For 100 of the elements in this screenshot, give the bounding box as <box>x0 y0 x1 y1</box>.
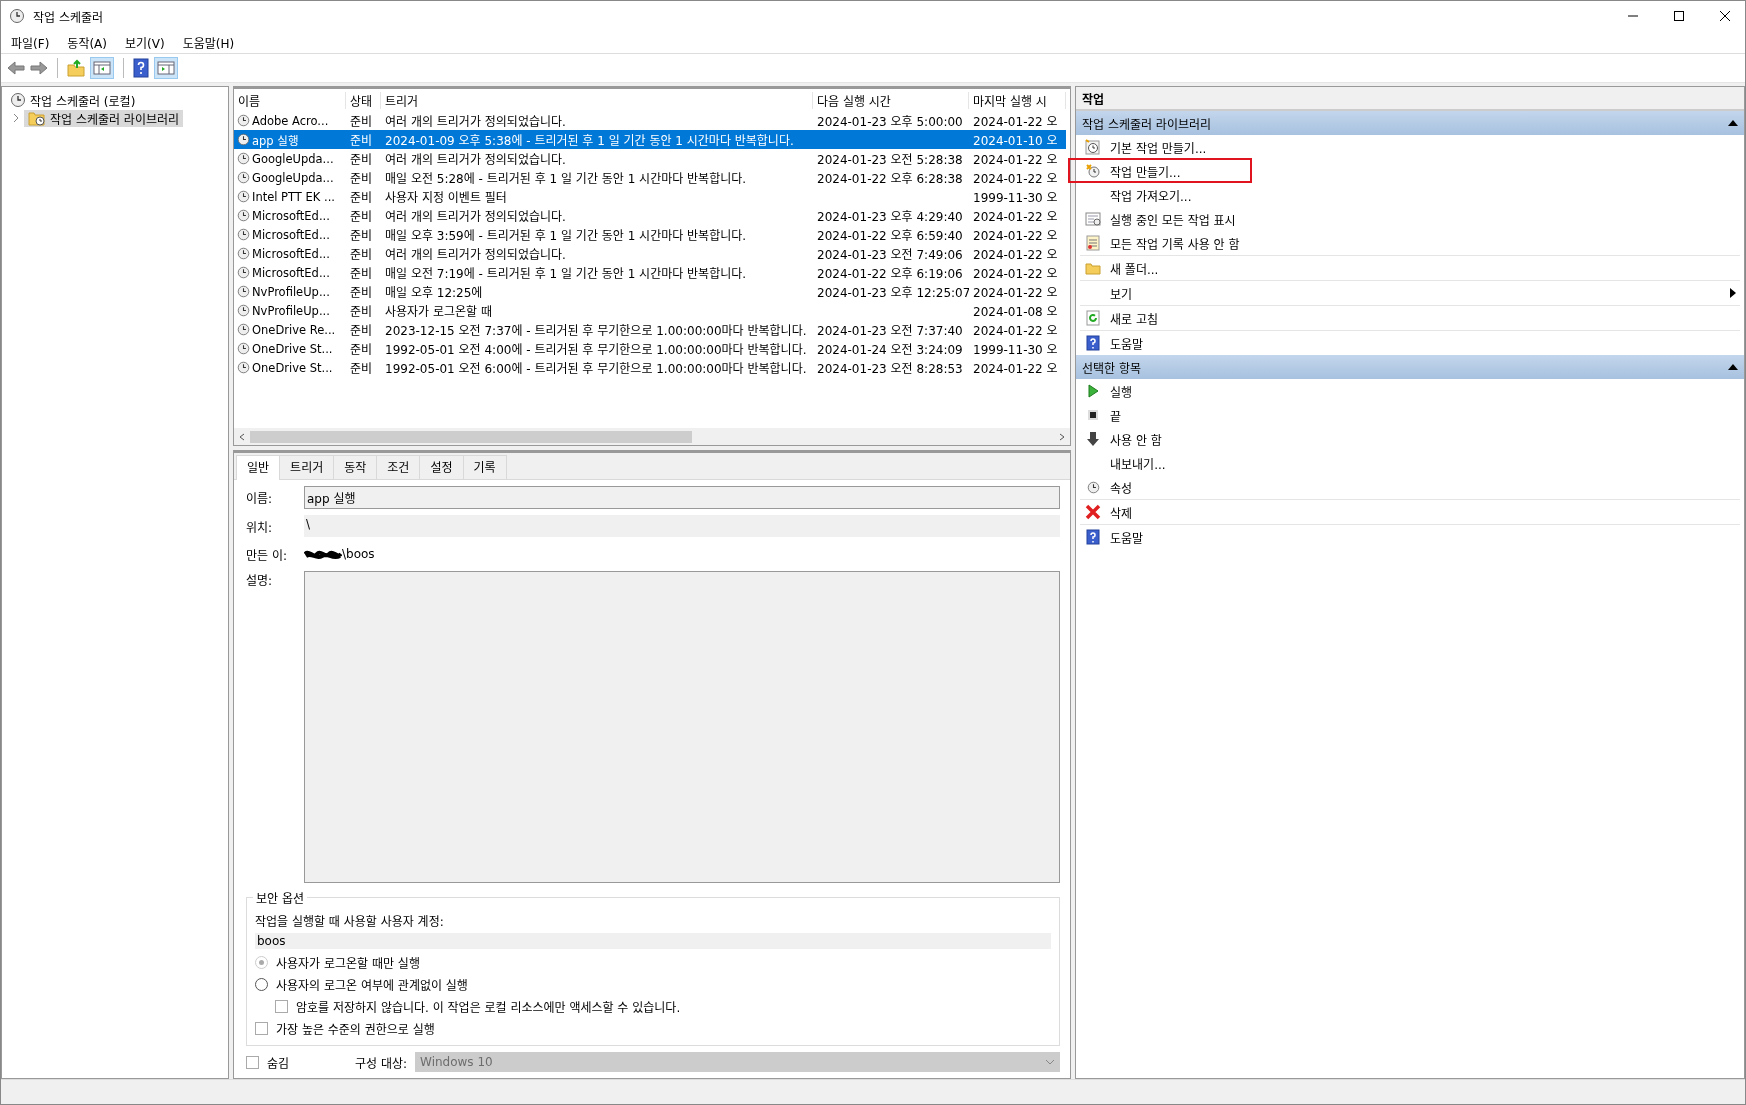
window-title: 작업 스케줄러 <box>33 9 104 25</box>
collapse-arrow-icon[interactable] <box>1728 120 1738 126</box>
table-row[interactable]: MicrosoftEd... 준비 여러 개의 트리거가 정의되었습니다. 2024-01-23 오후 4:29:40 2024-01-22 오 <box>234 206 1066 225</box>
clock-icon <box>237 114 250 127</box>
action-link[interactable]: 속성 <box>1110 478 1133 496</box>
table-row[interactable]: OneDrive Re... 준비 2023-12-15 오전 7:37에 - 트리거된 후 무기한으로 1.00:00:00마다 반복합니다. 2024-01-23 오전 7:37:40 2024-01-22 오 <box>234 320 1066 339</box>
action-link[interactable]: 끝 <box>1110 406 1122 424</box>
clock-icon <box>237 228 250 241</box>
close-icon[interactable] <box>1719 10 1731 22</box>
table-cell: 2024-01-23 오후 12:25:07 <box>817 286 969 300</box>
checkbox[interactable] <box>246 1055 259 1069</box>
help-icon[interactable] <box>133 58 149 78</box>
section-title: 작업 스케줄러 라이브러리 <box>1082 116 1212 132</box>
table-row[interactable]: OneDrive St... 준비 1992-05-01 오전 4:00에 - 트리거된 후 무기한으로 1.00:00:00마다 반복합니다. 2024-01-24 오전 3:24:09 1999-11-30 오 <box>234 339 1066 358</box>
column-header[interactable]: 이름 <box>238 94 261 109</box>
table-cell: 2024-01-10 오 <box>973 134 1058 148</box>
clock-icon <box>237 304 250 317</box>
scroll-left-icon[interactable] <box>238 432 246 441</box>
tab[interactable]: 기록 <box>462 455 507 479</box>
checkbox[interactable] <box>255 1021 268 1035</box>
table-row[interactable]: OneDrive St... 준비 1992-05-01 오전 6:00에 - 트리거된 후 무기한으로 1.00:00:00마다 반복합니다. 2024-01-23 오전 8:28:53 2024-01-22 오 <box>234 358 1066 377</box>
table-row[interactable]: app 실행 준비 2024-01-09 오후 5:38에 - 트리거된 후 1 일 기간 동안 1 시간마다 반복합니다. 2024-01-10 오 <box>234 130 1066 149</box>
action-link[interactable]: 내보내기... <box>1110 454 1166 472</box>
table-row[interactable]: NvProfileUp... 준비 매일 오후 12:25에 2024-01-23 오후 12:25:07 2024-01-22 오 <box>234 282 1066 301</box>
column-header[interactable]: 마지막 실행 시 <box>973 94 1047 109</box>
clock-icon <box>1086 480 1100 494</box>
section-header[interactable]: 선택한 항목 <box>1076 355 1744 379</box>
checkbox[interactable] <box>275 999 288 1013</box>
menu-item[interactable]: 파일(F) <box>11 33 50 51</box>
description-field[interactable] <box>304 571 1060 883</box>
app-clock-icon <box>9 8 25 24</box>
table-cell: 준비 <box>350 267 373 281</box>
dropdown-chevron-icon <box>1045 1059 1055 1065</box>
show-action-pane-icon[interactable] <box>154 57 178 79</box>
table-row[interactable]: Intel PTT EK ... 준비 사용자 지정 이벤트 필터 1999-11-30 오 <box>234 187 1066 206</box>
action-link[interactable]: 작업 가져오기... <box>1110 186 1192 204</box>
option-label[interactable]: 암호를 저장하지 않습니다. 이 작업은 로컬 리소스에만 액세스할 수 있습니다. <box>296 997 681 1015</box>
folder-up-icon[interactable] <box>67 59 85 77</box>
column-header[interactable]: 트리거 <box>385 94 419 109</box>
clock-icon <box>1085 163 1101 179</box>
collapse-arrow-icon[interactable] <box>1728 364 1738 370</box>
action-link[interactable]: 도움말 <box>1110 528 1144 546</box>
action-link[interactable]: 새로 고침 <box>1110 309 1158 327</box>
table-cell: 2024-01-22 오후 6:19:06 <box>817 267 963 281</box>
menu-item[interactable]: 동작(A) <box>67 33 107 51</box>
clock-icon <box>237 171 250 184</box>
table-cell: 2024-01-22 오후 6:28:38 <box>817 172 963 186</box>
back-arrow-icon[interactable] <box>7 60 25 76</box>
menu-item[interactable]: 도움말(H) <box>182 33 235 51</box>
column-header[interactable]: 다음 실행 시간 <box>817 94 891 109</box>
option-label[interactable]: 사용자의 로그온 여부에 관계없이 실행 <box>276 975 468 993</box>
table-row[interactable]: Adobe Acro... 준비 여러 개의 트리거가 정의되었습니다. 2024-01-23 오후 5:00:00 2024-01-22 오 <box>234 111 1066 130</box>
down-arrow-icon <box>1086 431 1100 447</box>
table-cell: Intel PTT EK ... <box>252 189 335 204</box>
table-row[interactable]: GoogleUpda... 준비 여러 개의 트리거가 정의되었습니다. 2024-01-23 오전 5:28:38 2024-01-22 오 <box>234 149 1066 168</box>
table-row[interactable]: NvProfileUp... 준비 사용자가 로그온할 때 2024-01-08 오 <box>234 301 1066 320</box>
action-link[interactable]: 도움말 <box>1110 334 1144 352</box>
clock-icon <box>237 342 250 355</box>
tree-item[interactable]: 작업 스케줄러 (로컬) <box>30 91 136 109</box>
forward-arrow-icon[interactable] <box>30 60 48 76</box>
maximize-icon[interactable] <box>1673 10 1685 22</box>
table-cell: 2024-01-22 오 <box>973 324 1058 338</box>
table-cell: 2024-01-22 오 <box>973 210 1058 224</box>
table-cell: OneDrive Re... <box>252 322 336 337</box>
scroll-right-icon[interactable] <box>1058 432 1066 441</box>
action-link[interactable]: 새 폴더... <box>1110 259 1159 277</box>
folder-clock-icon <box>28 110 46 126</box>
action-link[interactable]: 삭제 <box>1110 503 1133 521</box>
location-field: \ <box>304 515 1060 537</box>
table-row[interactable]: GoogleUpda... 준비 매일 오전 5:28에 - 트리거된 후 1 일 기간 동안 1 시간마다 반복합니다. 2024-01-22 오후 6:28:38 2024-01-22 오 <box>234 168 1066 187</box>
section-header[interactable]: 작업 스케줄러 라이브러리 <box>1076 111 1744 135</box>
table-cell: 여러 개의 트리거가 정의되었습니다. <box>385 210 566 224</box>
action-link[interactable]: 작업 만들기... <box>1110 162 1181 180</box>
action-link[interactable]: 보기 <box>1110 284 1133 302</box>
table-row[interactable]: MicrosoftEd... 준비 매일 오전 7:19에 - 트리거된 후 1 일 기간 동안 1 시간마다 반복합니다. 2024-01-22 오후 6:19:06 2024-01-22 오 <box>234 263 1066 282</box>
action-link[interactable]: 모든 작업 기록 사용 안 함 <box>1110 234 1240 252</box>
tab[interactable]: 일반 <box>236 455 281 480</box>
horizontal-scrollbar[interactable] <box>234 428 1070 445</box>
action-link[interactable]: 사용 안 함 <box>1110 430 1162 448</box>
clock-icon <box>237 190 250 203</box>
menu-item[interactable]: 보기(V) <box>125 33 165 51</box>
field-label: 이름: <box>246 491 274 506</box>
pane-title: 작업 <box>1076 87 1744 111</box>
table-row[interactable]: MicrosoftEd... 준비 여러 개의 트리거가 정의되었습니다. 2024-01-23 오전 7:49:06 2024-01-22 오 <box>234 244 1066 263</box>
table-cell: 준비 <box>350 172 373 186</box>
table-cell: 2024-01-22 오 <box>973 229 1058 243</box>
table-row[interactable]: MicrosoftEd... 준비 매일 오후 3:59에 - 트리거된 후 1 일 기간 동안 1 시간마다 반복합니다. 2024-01-22 오후 6:59:40 2024-01-22 오 <box>234 225 1066 244</box>
clock-icon <box>10 92 26 108</box>
table-cell: 2024-01-09 오후 5:38에 - 트리거된 후 1 일 기간 동안 1 시간마다 반복합니다. <box>385 134 794 148</box>
action-link[interactable]: 실행 <box>1110 382 1133 400</box>
name-field[interactable]: app 실행 <box>304 486 1060 509</box>
action-link[interactable]: 기본 작업 만들기... <box>1110 138 1207 156</box>
clock-icon <box>237 323 250 336</box>
option-label[interactable]: 가장 높은 수준의 권한으로 실행 <box>276 1019 435 1037</box>
expand-chevron-icon[interactable] <box>12 113 20 123</box>
action-link[interactable]: 실행 중인 모든 작업 표시 <box>1110 210 1236 228</box>
column-header[interactable]: 상태 <box>350 94 373 109</box>
table-cell: Adobe Acro... <box>252 113 329 128</box>
checkbox-label[interactable]: 숨김 <box>267 1053 337 1071</box>
show-tree-icon[interactable] <box>90 57 114 79</box>
